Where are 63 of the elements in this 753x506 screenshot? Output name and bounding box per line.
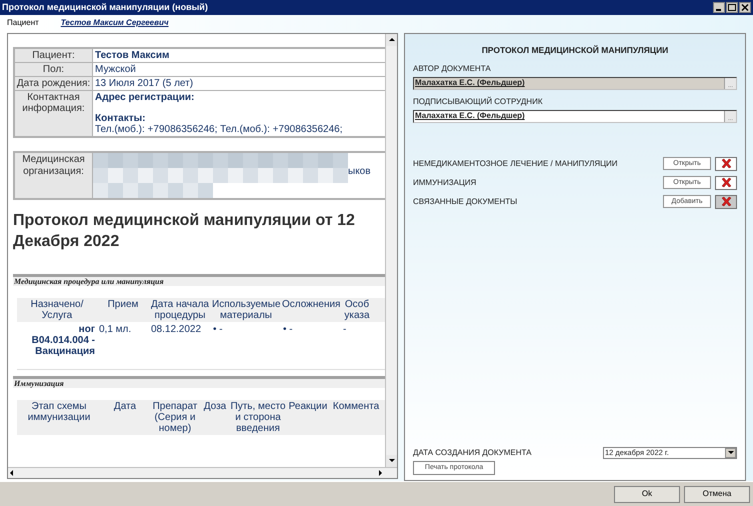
- close-button[interactable]: [739, 2, 751, 13]
- section-label: НЕМЕДИКАМЕНТОЗНОЕ ЛЕЧЕНИЕ / МАНИПУЛЯЦИИ: [413, 158, 619, 170]
- field-value: 13 Июля 2017 (5 лет): [94, 77, 194, 90]
- window-title: Протокол медицинской манипуляции (новый): [2, 3, 209, 12]
- column-header: Используемые материалы: [211, 299, 281, 321]
- column-header: Особ указа: [343, 299, 371, 321]
- patient-label: Пациент: [7, 17, 39, 29]
- column-header: Дата начала процедуры: [150, 299, 210, 321]
- field-value: Тестов Максим: [94, 49, 170, 62]
- section-label: СВЯЗАННЫЕ ДОКУМЕНТЫ: [413, 196, 518, 208]
- table-cell-text: 0,1 мл.: [98, 324, 132, 337]
- column-header: Препарат (Серия и номер): [152, 401, 198, 434]
- patient-link[interactable]: Тестов Максим Сергеевич: [60, 17, 169, 29]
- dropdown-arrow-icon[interactable]: [726, 449, 734, 457]
- field-label: Пациент:: [15, 49, 93, 62]
- table-cell-text: -: [342, 324, 348, 337]
- panel-title: ПРОТОКОЛ МЕДИЦИНСКОЙ МАНИПУЛЯЦИИ: [480, 44, 670, 57]
- table-cell-text: ног B04.014.004 - Вакцинация: [30, 324, 96, 357]
- x-icon: [720, 196, 732, 208]
- maximize-button[interactable]: [726, 2, 738, 13]
- field-label: Пол:: [15, 63, 93, 76]
- column-header: Реакции: [288, 401, 328, 414]
- section-label: ИММУНИЗАЦИЯ: [413, 176, 478, 189]
- maximize-icon: [728, 4, 736, 11]
- table-cell-text: • -: [212, 324, 224, 337]
- column-header: Доза: [202, 401, 228, 414]
- field-label: ПОДПИСЫВАЮЩИЙ СОТРУДНИК: [413, 96, 544, 108]
- scroll-left-icon[interactable]: [8, 469, 16, 477]
- field-label: Дата рождения:: [15, 77, 93, 90]
- field-label: ДАТА СОЗДАНИЯ ДОКУМЕНТА: [413, 447, 532, 459]
- scroll-up-icon[interactable]: [388, 36, 396, 44]
- column-header: Дата: [112, 401, 138, 414]
- field-label: Медицинская организация:: [15, 153, 93, 198]
- table-cell-text: 08.12.2022: [150, 324, 202, 337]
- table-cell-text: • -: [282, 324, 294, 337]
- phone-numbers: Тел.(моб.): +79086356246; Тел.(моб.): +79086356246;: [95, 124, 342, 135]
- ok-button[interactable]: Ok: [614, 486, 680, 502]
- column-header: Назначено/Услуга: [30, 299, 84, 321]
- delete-button[interactable]: [715, 176, 737, 190]
- delete-button[interactable]: [715, 156, 737, 171]
- x-icon: [720, 158, 732, 170]
- cancel-button[interactable]: Отмена: [684, 486, 750, 502]
- contacts-heading: Контакты:: [95, 113, 146, 124]
- column-header: Осложнения: [281, 299, 341, 312]
- field-label: АВТОР ДОКУМЕНТА: [413, 62, 492, 75]
- field-value: Мужской: [94, 63, 137, 76]
- vertical-scrollbar[interactable]: [385, 34, 397, 467]
- field-label: Контактная информация:: [15, 91, 93, 136]
- column-header: Коммента: [332, 401, 380, 414]
- field-value: ыков: [348, 166, 372, 178]
- horizontal-scrollbar[interactable]: [8, 467, 397, 478]
- document-heading: Протокол медицинской манипуляции от 12 Декабря 2022: [13, 211, 356, 252]
- column-header: Прием: [106, 299, 140, 312]
- scroll-down-icon[interactable]: [388, 457, 396, 465]
- column-header: Путь, место и сторона введения: [230, 401, 286, 434]
- close-icon: [741, 4, 749, 11]
- x-icon: [720, 177, 732, 188]
- address-heading: Адрес регистрации:: [95, 92, 196, 103]
- column-header: Этап схемы иммунизации: [26, 401, 92, 425]
- section-title: Медицинская процедура или манипуляция: [14, 276, 164, 288]
- scroll-right-icon[interactable]: [377, 469, 385, 477]
- minimize-button[interactable]: [713, 2, 725, 13]
- section-title: Иммунизация: [14, 378, 64, 390]
